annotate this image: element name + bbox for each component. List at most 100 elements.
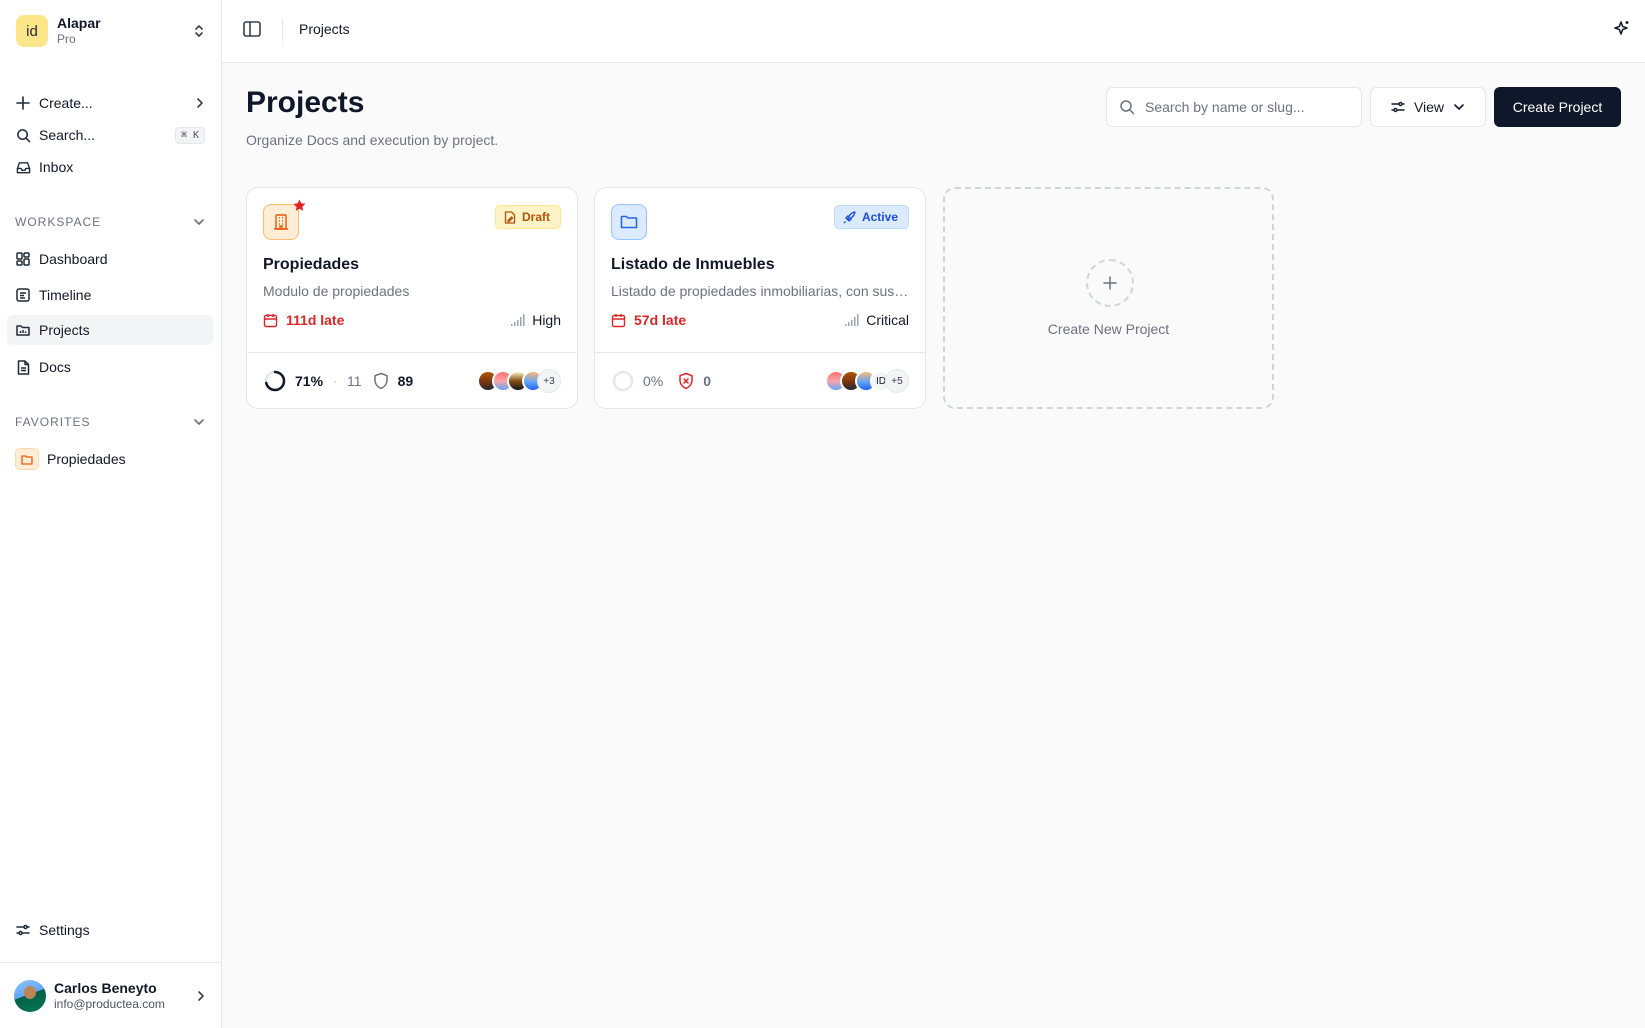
chevron-down-icon bbox=[1453, 103, 1465, 111]
priority-label: High bbox=[532, 312, 561, 328]
due-label: 111d late bbox=[286, 312, 345, 328]
favorite-item-propiedades[interactable]: Propiedades bbox=[7, 444, 213, 474]
sidebar-toggle-icon[interactable] bbox=[242, 19, 264, 41]
settings-sliders-icon bbox=[15, 922, 31, 938]
favorites-section-header[interactable]: FAVORITES bbox=[15, 415, 205, 429]
divider bbox=[0, 962, 221, 963]
workspace-name: Alapar bbox=[57, 14, 101, 31]
project-description: Modulo de propiedades bbox=[263, 283, 410, 299]
sidebar-item-label: Projects bbox=[39, 322, 90, 338]
favorite-label: Propiedades bbox=[47, 451, 126, 467]
risk-count: 0 bbox=[703, 373, 712, 389]
projects-icon bbox=[15, 322, 31, 338]
project-title: Listado de Inmuebles bbox=[611, 256, 775, 273]
signal-bars-icon bbox=[844, 313, 860, 327]
inbox-icon bbox=[15, 159, 31, 175]
sparkles-icon[interactable] bbox=[1613, 20, 1633, 40]
status-badge: Draft bbox=[494, 205, 561, 229]
dashboard-icon bbox=[15, 251, 31, 267]
shield-icon bbox=[372, 372, 390, 390]
sidebar-item-settings[interactable]: Settings bbox=[7, 915, 213, 945]
section-title: WORKSPACE bbox=[15, 215, 102, 229]
create-new-project-label: Create New Project bbox=[1047, 321, 1170, 337]
plus-icon bbox=[1086, 259, 1134, 307]
sidebar-item-dashboard[interactable]: Dashboard bbox=[7, 244, 213, 274]
chevron-right-icon bbox=[195, 97, 205, 109]
sidebar-item-label: Inbox bbox=[39, 159, 74, 175]
create-project-button[interactable]: Create Project bbox=[1494, 87, 1621, 127]
chevron-down-icon bbox=[193, 418, 205, 426]
progress-label: 0% bbox=[643, 373, 664, 389]
workspace-section-header[interactable]: WORKSPACE bbox=[15, 215, 205, 229]
topbar: Projects bbox=[222, 0, 1645, 63]
sidebar-item-label: Dashboard bbox=[39, 251, 108, 267]
draft-file-icon bbox=[504, 210, 516, 224]
chevron-right-icon bbox=[196, 990, 206, 1002]
priority-indicator: Critical bbox=[844, 312, 909, 328]
workspace-switcher[interactable]: id Alapar Pro bbox=[8, 8, 214, 54]
due-label: 57d late bbox=[634, 312, 687, 328]
project-title: Propiedades bbox=[263, 256, 360, 273]
timeline-icon bbox=[15, 287, 31, 303]
project-card[interactable]: Draft Propiedades Modulo de propiedades … bbox=[246, 187, 578, 409]
project-card[interactable]: Active Listado de Inmuebles Listado de p… bbox=[594, 187, 926, 409]
search-icon bbox=[15, 127, 31, 143]
more-members-badge: +5 bbox=[885, 369, 909, 393]
sidebar-item-label: Timeline bbox=[39, 287, 92, 303]
sidebar-item-search[interactable]: Search... ⌘ K bbox=[7, 120, 213, 150]
divider bbox=[247, 352, 577, 353]
progress-label: 71% bbox=[295, 373, 324, 389]
more-members-badge: +3 bbox=[537, 369, 561, 393]
user-menu[interactable]: Carlos Beneyto info@productea.com bbox=[14, 975, 206, 1017]
workspace-logo: id bbox=[16, 15, 48, 47]
shield-alert-icon bbox=[677, 372, 695, 390]
divider bbox=[595, 352, 925, 353]
sidebar-item-create[interactable]: Create... bbox=[7, 88, 213, 118]
breadcrumb[interactable]: Projects bbox=[299, 21, 350, 37]
sidebar-item-timeline[interactable]: Timeline bbox=[7, 280, 213, 310]
divider bbox=[282, 18, 283, 42]
member-avatars[interactable]: ID +5 bbox=[825, 369, 909, 393]
shortcut-badge: ⌘ K bbox=[174, 126, 205, 144]
member-avatars[interactable]: +3 bbox=[477, 369, 561, 393]
sidebar-item-label: Search... bbox=[39, 127, 96, 143]
status-label: Draft bbox=[521, 210, 550, 224]
due-indicator: 111d late bbox=[263, 312, 344, 328]
docs-icon bbox=[15, 359, 31, 375]
search-box bbox=[1106, 87, 1362, 127]
sidebar-item-label: Create... bbox=[39, 95, 93, 111]
calendar-icon bbox=[263, 313, 278, 328]
progress-ring bbox=[263, 369, 287, 393]
user-email: info@productea.com bbox=[54, 997, 165, 1012]
workspace-plan: Pro bbox=[57, 32, 76, 47]
search-input[interactable] bbox=[1145, 99, 1349, 115]
separator-dot: · bbox=[333, 374, 338, 388]
rocket-icon bbox=[843, 210, 856, 224]
chevron-down-icon bbox=[193, 218, 205, 226]
page-subtitle: Organize Docs and execution by project. bbox=[246, 132, 499, 148]
priority-indicator: High bbox=[510, 312, 561, 328]
folder-icon bbox=[611, 204, 647, 240]
section-title: FAVORITES bbox=[15, 415, 91, 429]
risk-count: 89 bbox=[397, 373, 414, 389]
user-name: Carlos Beneyto bbox=[54, 979, 157, 996]
favorite-star-icon[interactable] bbox=[293, 199, 306, 212]
chevrons-up-down-icon bbox=[192, 23, 206, 39]
progress-ring bbox=[611, 369, 635, 393]
view-label: View bbox=[1413, 99, 1445, 115]
sidebar-item-docs[interactable]: Docs bbox=[7, 352, 213, 382]
project-description: Listado de propiedades inmobiliarias, co… bbox=[611, 283, 911, 299]
sidebar: id Alapar Pro Create... Search... ⌘ K In… bbox=[0, 0, 222, 1028]
search-icon bbox=[1119, 99, 1135, 115]
avatar bbox=[14, 980, 46, 1012]
sidebar-item-label: Settings bbox=[39, 922, 90, 938]
sidebar-item-inbox[interactable]: Inbox bbox=[7, 152, 213, 182]
view-options-button[interactable]: View bbox=[1370, 87, 1486, 127]
calendar-icon bbox=[611, 313, 626, 328]
status-label: Active bbox=[861, 210, 898, 224]
create-new-project-card[interactable]: Create New Project bbox=[943, 187, 1274, 409]
sliders-icon bbox=[1391, 100, 1405, 114]
plus-icon bbox=[15, 95, 31, 111]
issue-count: 11 bbox=[347, 373, 362, 389]
sidebar-item-projects[interactable]: Projects bbox=[7, 315, 213, 345]
